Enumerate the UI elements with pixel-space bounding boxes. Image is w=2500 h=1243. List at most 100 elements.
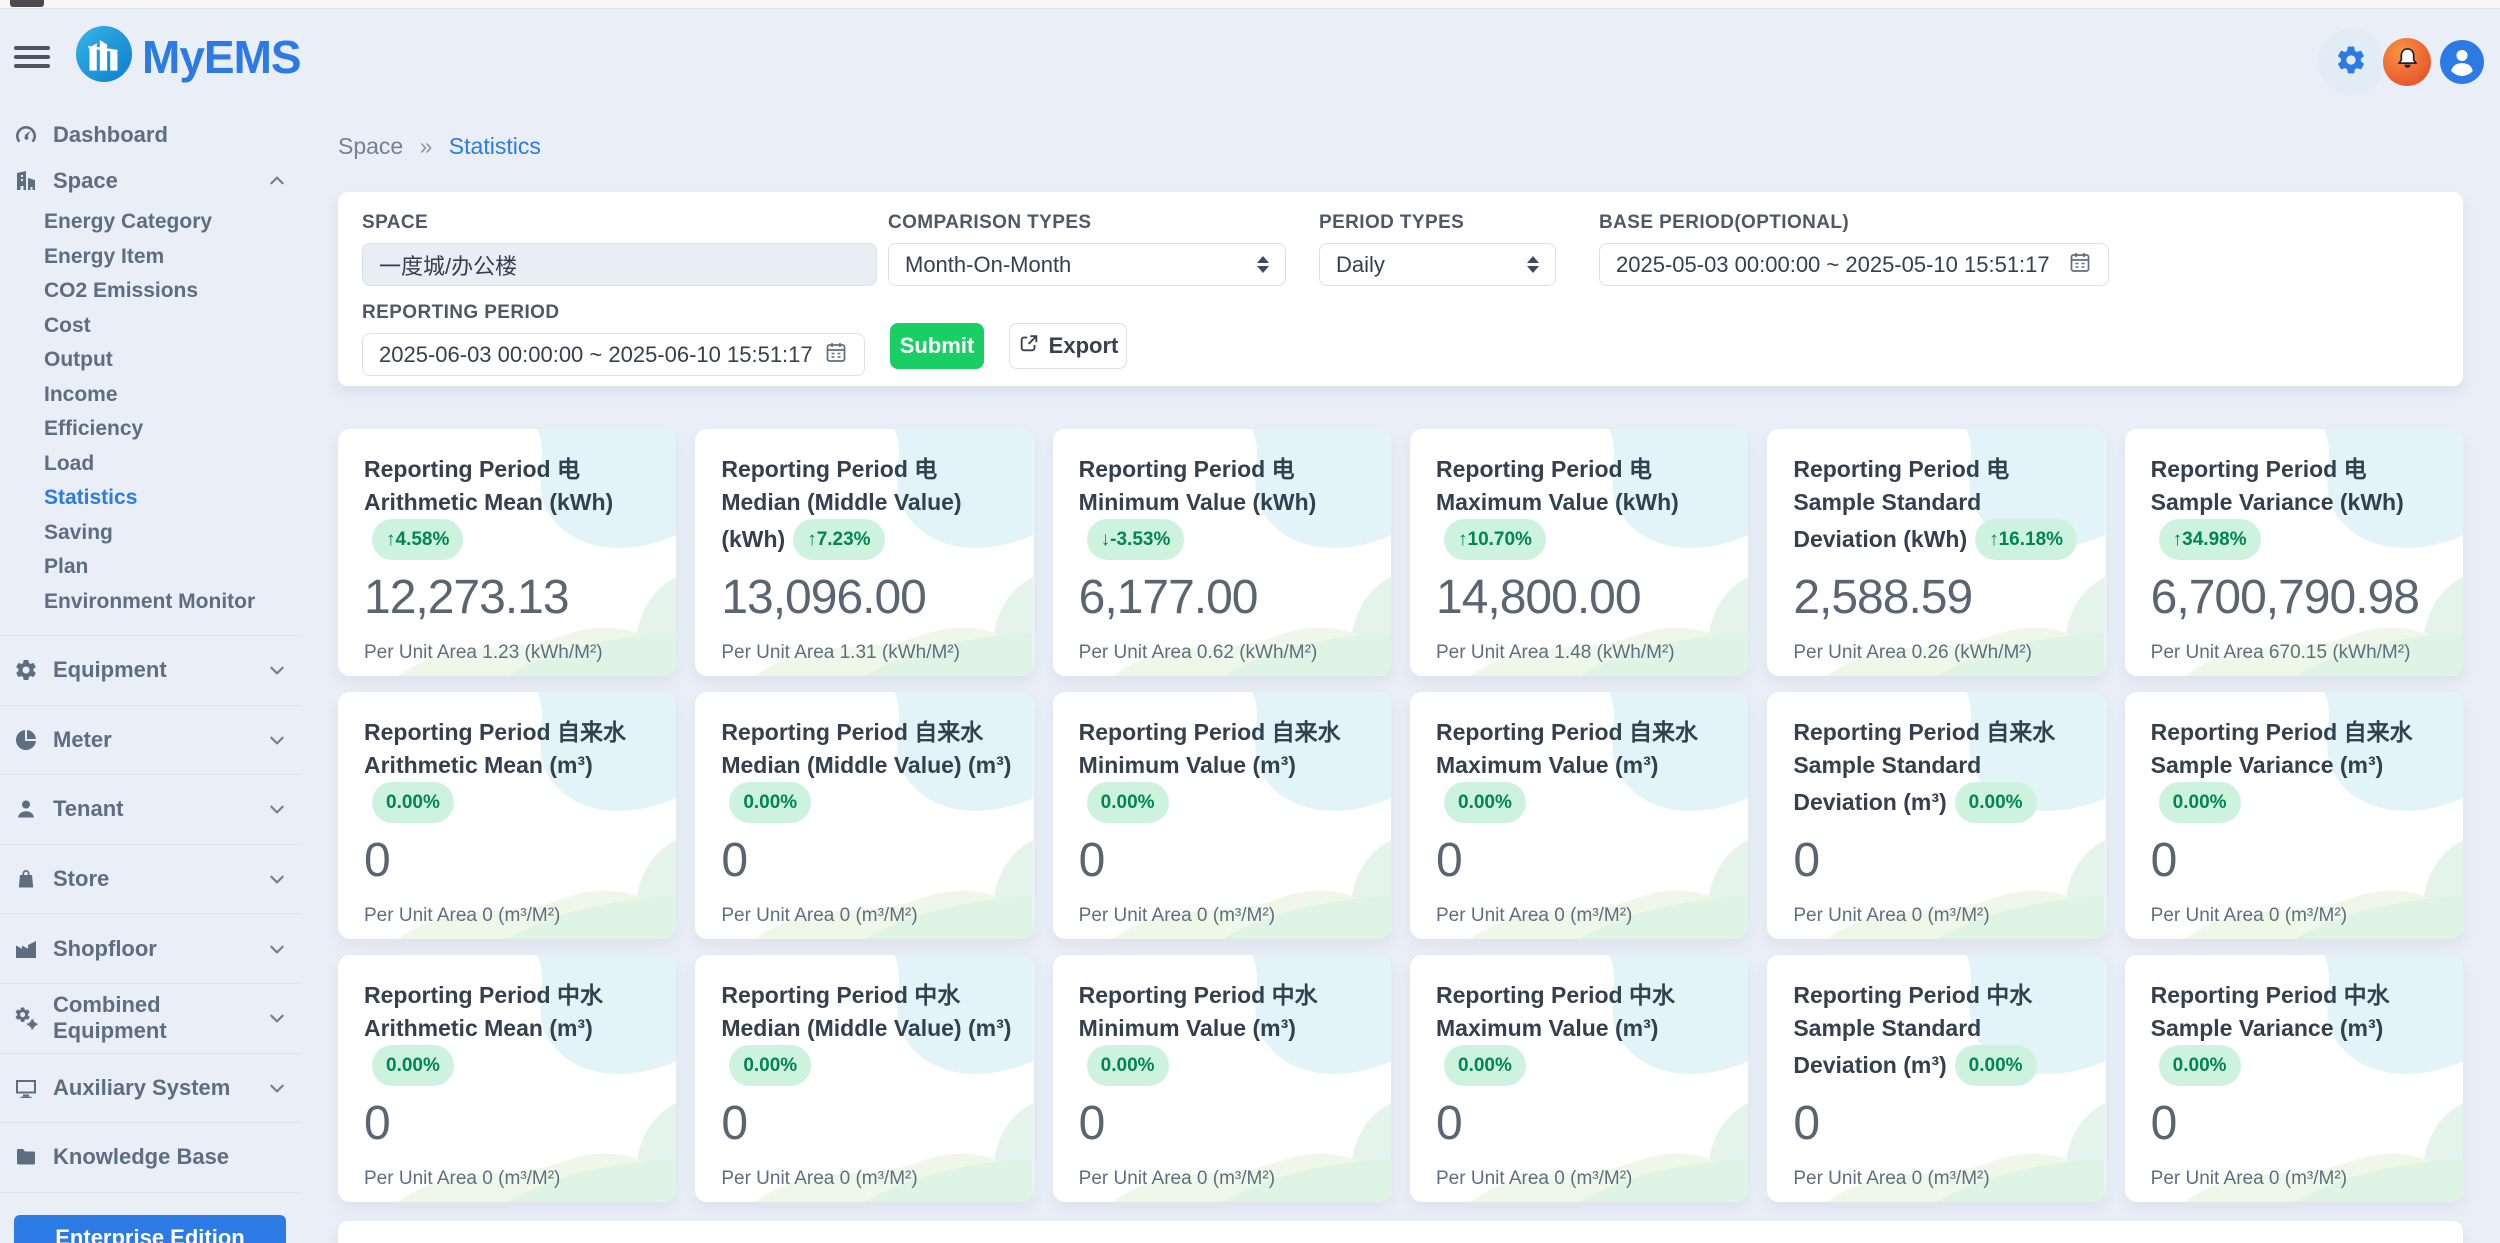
sidebar-item-efficiency[interactable]: Efficiency [0,412,300,447]
card-metric-lines: Per Unit Area 1.31 (kWh/M²)Per Capita 13… [721,642,1013,676]
submit-button[interactable]: Submit [890,323,984,369]
base-period-input[interactable]: 2025-05-03 00:00:00 ~ 2025-05-10 15:51:1… [1599,243,2109,286]
card-metric-lines: Per Unit Area 0 (m³/M²) [364,1168,656,1190]
card-metric-line: Per Unit Area 670.15 (kWh/M²) [2151,642,2443,664]
card-metric-line: Per Unit Area 0 (m³/M²) [1436,905,1728,927]
window-artifact [10,0,44,7]
space-input[interactable] [362,243,877,286]
sidebar-item-cost[interactable]: Cost [0,309,300,344]
sidebar-item-combined-equipment[interactable]: Combined Equipment [0,983,300,1053]
stat-card: Reporting Period 自来水 Minimum Value (m³)0… [1053,692,1391,939]
sidebar-item-equipment[interactable]: Equipment [0,635,300,705]
breadcrumb-statistics[interactable]: Statistics [449,133,541,159]
select-arrows-icon [1527,256,1539,273]
card-metric-line: Per Unit Area 1.31 (kWh/M²) [721,642,1013,664]
card-metric-line: Per Unit Area 0 (m³/M²) [1079,1168,1371,1190]
stat-card: Reporting Period 自来水 Sample Standard Dev… [1767,692,2105,939]
sidebar-item-energy-category[interactable]: Energy Category [0,205,300,240]
myems-logo-icon [76,26,132,87]
stat-card: Reporting Period 中水 Minimum Value (m³)0.… [1053,955,1391,1202]
sidebar-item-co2-emissions[interactable]: CO2 Emissions [0,274,300,309]
export-button[interactable]: Export [1009,323,1127,369]
chevron-up-icon [268,172,286,190]
sidebar-item-output[interactable]: Output [0,343,300,378]
card-title: Reporting Period 中水 Maximum Value (m³) [1436,982,1675,1041]
period-types-label: PERIOD TYPES [1319,212,1556,234]
sidebar-item-shopfloor[interactable]: Shopfloor [0,913,300,983]
stat-card: Reporting Period 中水 Maximum Value (m³)0.… [1410,955,1748,1202]
card-value: 0 [721,833,1013,888]
card-metric-line: Per Unit Area 0 (m³/M²) [1793,905,2085,927]
stat-card: Reporting Period 中水 Sample Standard Devi… [1767,955,2105,1202]
card-title: Reporting Period 中水 Sample Variance (m³) [2151,982,2390,1041]
sidebar-item-saving[interactable]: Saving [0,516,300,551]
breadcrumb: Space » Statistics [338,133,541,160]
chevron-down-icon [268,731,286,749]
card-metric-line: Per Unit Area 0 (m³/M²) [721,905,1013,927]
account-button[interactable] [2440,40,2484,84]
card-trend-badge: 0.00% [2159,1045,2241,1086]
sidebar-item-income[interactable]: Income [0,378,300,413]
comparison-types-select[interactable]: Month-On-Month [888,243,1286,286]
brand-logo[interactable]: MyEMS [76,26,301,87]
card-metric-line: Per Unit Area 0 (m³/M²) [721,1168,1013,1190]
card-trend-badge: ↑4.58% [372,519,463,560]
sidebar-item-label: Shopfloor [53,936,157,962]
sidebar-item-statistics[interactable]: Statistics [0,481,300,516]
card-value: 14,800.00 [1436,570,1728,625]
sidebar-item-store[interactable]: Store [0,844,300,914]
export-label: Export [1049,333,1119,359]
sidebar-item-tenant[interactable]: Tenant [0,774,300,844]
browser-top-strip [0,0,2500,9]
card-title: Reporting Period 中水 Median (Middle Value… [721,982,1011,1041]
card-title: Reporting Period 自来水 Median (Middle Valu… [721,719,1011,778]
period-types-select[interactable]: Daily [1319,243,1556,286]
chevron-down-icon [268,1009,286,1027]
hamburger-menu-icon[interactable] [14,46,50,68]
card-trend-badge: ↑10.70% [1444,519,1546,560]
card-metric-line: Per Unit Area 1.23 (kWh/M²) [364,642,656,664]
sidebar-item-meter[interactable]: Meter [0,705,300,775]
bag-icon [14,867,38,891]
sidebar-item-knowledge-base[interactable]: Knowledge Base [0,1122,300,1192]
card-metric-line: Per Unit Area 0 (m³/M²) [364,905,656,927]
card-value: 2,588.59 [1793,570,2085,625]
sidebar-item-load[interactable]: Load [0,447,300,482]
stat-card: Reporting Period 自来水 Arithmetic Mean (m³… [338,692,676,939]
sidebar-item-space[interactable]: Space [0,158,300,204]
settings-button[interactable] [2318,29,2384,95]
card-metric-lines: Per Unit Area 0 (m³/M²) [364,905,656,927]
calendar-icon [824,340,848,370]
user-icon [2445,43,2479,82]
sidebar-item-dashboard[interactable]: Dashboard [0,114,300,156]
card-trend-badge: 0.00% [1087,782,1169,823]
card-trend-badge: 0.00% [372,1045,454,1086]
card-title: Reporting Period 中水 Minimum Value (m³) [1079,982,1318,1041]
card-value: 0 [721,1096,1013,1151]
reporting-period-input[interactable]: 2025-06-03 00:00:00 ~ 2025-06-10 15:51:1… [362,333,865,376]
sidebar-bottom-group: Equipment Meter TenantStore Shopfloor Combin… [0,635,300,1193]
breadcrumb-space-link[interactable]: Space [338,133,403,159]
enterprise-edition-button[interactable]: Enterprise Edition [14,1215,286,1243]
card-value: 0 [1436,1096,1728,1151]
card-metric-lines: Per Unit Area 0 (m³/M²)Per Capita 0 (m³) [1436,905,1728,939]
sidebar-item-energy-item[interactable]: Energy Item [0,240,300,275]
card-metric-line: Per Unit Area 0 (m³/M²) [2151,1168,2443,1190]
card-metric-line: Per Unit Area 0.26 (kWh/M²) [1793,642,2085,664]
card-value: 0 [1079,1096,1371,1151]
sidebar-item-auxiliary-system[interactable]: Auxiliary System [0,1053,300,1123]
breadcrumb-separator: » [420,133,433,159]
calendar-icon [2068,250,2092,280]
card-metric-lines: Per Unit Area 0 (m³/M²)Per Capita 0 (m³) [1079,1168,1371,1202]
card-metric-line: Per Unit Area 0 (m³/M²) [1436,1168,1728,1190]
stat-card: Reporting Period 电 Median (Middle Value)… [695,429,1033,676]
notifications-button[interactable] [2383,38,2431,86]
card-metric-line: Per Unit Area 0.62 (kWh/M²) [1079,642,1371,664]
sidebar-item-environment-monitor[interactable]: Environment Monitor [0,585,300,620]
period-types-value: Daily [1336,252,1385,278]
bell-icon [2394,46,2421,78]
sidebar-item-label: Auxiliary System [53,1075,230,1101]
sidebar-item-plan[interactable]: Plan [0,550,300,585]
sidebar: Dashboard Space Energy CategoryEnergy It… [0,0,300,1243]
sidebar-item-label: Meter [53,727,112,753]
